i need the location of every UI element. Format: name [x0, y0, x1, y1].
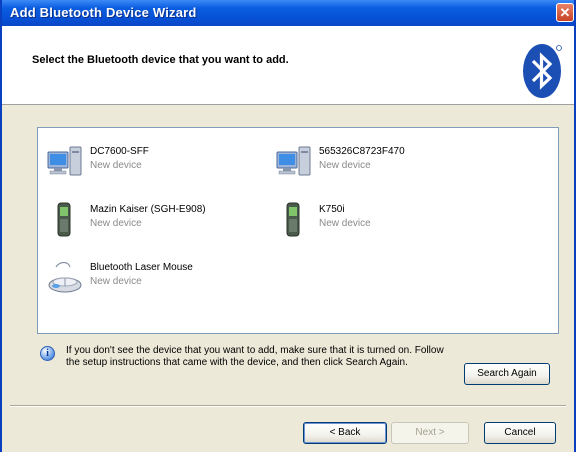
device-item-k750i[interactable]: K750i New device: [275, 201, 505, 241]
next-button[interactable]: Next >: [391, 422, 469, 444]
device-status: New device: [90, 218, 142, 229]
device-status: New device: [90, 160, 142, 171]
bluetooth-logo-icon: [523, 44, 562, 98]
device-item-565326c8723f470[interactable]: 565326C8723F470 New device: [275, 143, 505, 183]
page-instruction: Select the Bluetooth device that you wan…: [32, 54, 289, 66]
device-name: 565326C8723F470: [319, 146, 405, 157]
device-item-mazin-kaiser[interactable]: Mazin Kaiser (SGH-E908) New device: [46, 201, 276, 241]
device-item-bluetooth-laser-mouse[interactable]: Bluetooth Laser Mouse New device: [46, 259, 276, 299]
button-divider: [10, 405, 566, 407]
device-status: New device: [319, 218, 371, 229]
search-again-button[interactable]: Search Again: [464, 363, 550, 385]
window-title: Add Bluetooth Device Wizard: [10, 5, 197, 20]
close-button[interactable]: ✕: [556, 3, 574, 22]
close-icon: ✕: [559, 5, 571, 20]
device-status: New device: [319, 160, 371, 171]
device-name: DC7600-SFF: [90, 146, 149, 157]
info-message: If you don't see the device that you wan…: [66, 345, 444, 368]
device-status: New device: [90, 276, 142, 287]
device-list[interactable]: DC7600-SFF New device 565326C8723F470 Ne…: [37, 127, 559, 334]
device-item-dc7600-sff[interactable]: DC7600-SFF New device: [46, 143, 276, 183]
wizard-window: Add Bluetooth Device Wizard ✕ Select the…: [0, 0, 576, 452]
cancel-button[interactable]: Cancel: [484, 422, 556, 444]
computer-icon: [276, 146, 311, 176]
computer-icon: [47, 146, 82, 176]
device-name: K750i: [319, 204, 345, 215]
title-bar[interactable]: Add Bluetooth Device Wizard ✕: [2, 0, 574, 26]
device-name: Mazin Kaiser (SGH-E908): [90, 204, 206, 215]
wizard-header: Select the Bluetooth device that you wan…: [2, 26, 574, 105]
device-name: Bluetooth Laser Mouse: [90, 262, 193, 273]
mobile-phone-icon: [57, 202, 71, 237]
back-button[interactable]: < Back: [303, 422, 387, 444]
info-icon: i: [40, 346, 55, 361]
mouse-icon: [48, 261, 82, 293]
mobile-phone-icon: [286, 202, 300, 237]
